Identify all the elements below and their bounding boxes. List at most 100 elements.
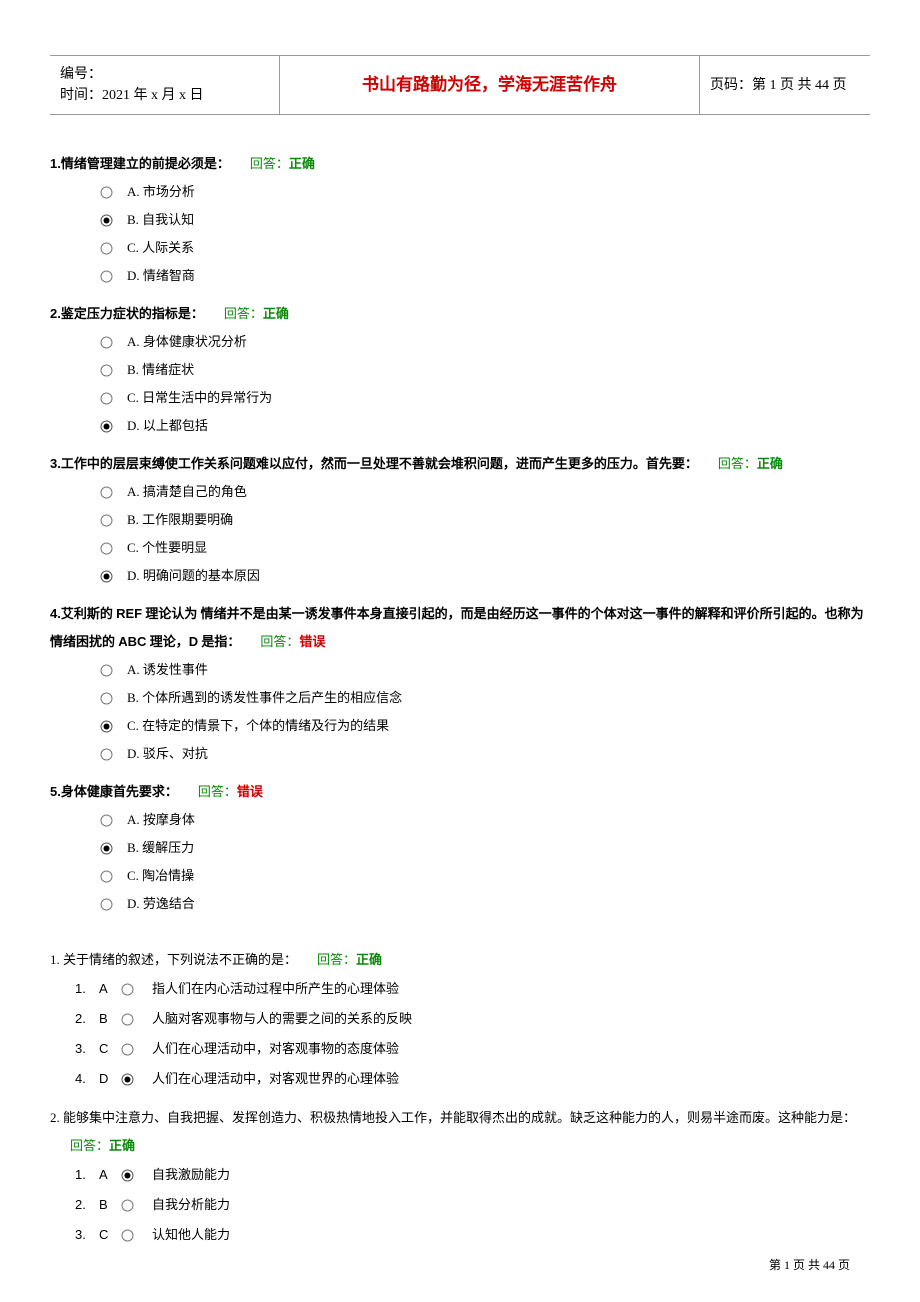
option-row[interactable]: A. 身体健康状况分析 (50, 328, 870, 356)
feedback-label: 回答： (317, 952, 356, 967)
feedback-value: 正确 (263, 306, 289, 321)
option-row[interactable]: B. 缓解压力 (50, 834, 870, 862)
questions-section-b: 1. 关于情绪的叙述，下列说法不正确的是：回答：正确1.A指人们在内心活动过程中… (50, 946, 870, 1250)
question-block: 4.艾利斯的 REF 理论认为 情绪并不是由某一诱发事件本身直接引起的，而是由经… (50, 600, 870, 768)
option-row[interactable]: A. 搞清楚自己的角色 (50, 478, 870, 506)
question-text-part: ABC (118, 634, 146, 649)
question-heading: 1.情绪管理建立的前提必须是： 回答：正确 (50, 150, 870, 178)
radio-selected-icon[interactable] (100, 214, 113, 227)
question-text-part: D (189, 634, 198, 649)
option-row[interactable]: B. 工作限期要明确 (50, 506, 870, 534)
radio-unselected-icon[interactable] (121, 1013, 134, 1026)
radio-unselected-icon[interactable] (100, 242, 113, 255)
question-text: 关于情绪的叙述，下列说法不正确的是： (63, 952, 297, 967)
radio-selected-icon[interactable] (100, 720, 113, 733)
questions-section-a: 1.情绪管理建立的前提必须是：回答：正确A. 市场分析B. 自我认知C. 人际关… (50, 150, 870, 918)
question-number: 5. (50, 784, 61, 799)
option-row[interactable]: C. 在特定的情景下，个体的情绪及行为的结果 (50, 712, 870, 740)
option-index: 2. (75, 1004, 99, 1034)
option-row[interactable]: B. 自我认知 (50, 206, 870, 234)
option-row[interactable]: C. 陶冶情操 (50, 862, 870, 890)
option-row[interactable]: 1.A指人们在内心活动过程中所产生的心理体验 (50, 974, 870, 1004)
radio-unselected-icon[interactable] (121, 983, 134, 996)
radio-unselected-icon[interactable] (121, 1199, 134, 1212)
option-label: B. 工作限期要明确 (127, 506, 233, 534)
header-motto: 书山有路勤为径，学海无涯苦作舟 (280, 56, 700, 114)
feedback-value: 错误 (237, 784, 263, 799)
radio-selected-icon[interactable] (100, 842, 113, 855)
question-text: 鉴定压力症状的指标是： (61, 306, 204, 321)
radio-selected-icon[interactable] (100, 570, 113, 583)
header-left-cell: 编号： 时间：2021 年 x 月 x 日 (50, 56, 280, 114)
radio-unselected-icon[interactable] (121, 1043, 134, 1056)
option-label: A. 按摩身体 (127, 806, 195, 834)
question-text-part: 是指： (198, 634, 240, 649)
question-number: 2. (50, 306, 61, 321)
feedback-label: 回答： (198, 784, 237, 799)
radio-unselected-icon[interactable] (100, 664, 113, 677)
question-heading: 3.工作中的层层束缚使工作关系问题难以应付，然而一旦处理不善就会堆积问题，进而产… (50, 450, 870, 478)
option-row[interactable]: C. 人际关系 (50, 234, 870, 262)
radio-unselected-icon[interactable] (100, 392, 113, 405)
option-row[interactable]: 2.B自我分析能力 (50, 1190, 870, 1220)
radio-unselected-icon[interactable] (100, 542, 113, 555)
option-label: 认知他人能力 (152, 1220, 230, 1250)
option-row[interactable]: D. 驳斥、对抗 (50, 740, 870, 768)
question-number: 1. (50, 156, 61, 171)
option-label: B. 自我认知 (127, 206, 194, 234)
option-row[interactable]: 3.C人们在心理活动中，对客观事物的态度体验 (50, 1034, 870, 1064)
option-letter: C (99, 1034, 121, 1064)
option-row[interactable]: D. 以上都包括 (50, 412, 870, 440)
option-row[interactable]: B. 情绪症状 (50, 356, 870, 384)
question-block: 2.鉴定压力症状的指标是：回答：正确A. 身体健康状况分析B. 情绪症状C. 日… (50, 300, 870, 440)
header-page-label: 页码：第 1 页 共 44 页 (700, 56, 870, 114)
option-row[interactable]: A. 诱发性事件 (50, 656, 870, 684)
radio-unselected-icon[interactable] (100, 814, 113, 827)
option-label: 自我激励能力 (152, 1160, 230, 1190)
option-row[interactable]: D. 明确问题的基本原因 (50, 562, 870, 590)
option-index: 4. (75, 1064, 99, 1094)
option-index: 1. (75, 1160, 99, 1190)
radio-unselected-icon[interactable] (100, 364, 113, 377)
feedback-value: 正确 (289, 156, 315, 171)
question-text: 情绪管理建立的前提必须是： (61, 156, 230, 171)
radio-selected-icon[interactable] (121, 1073, 134, 1086)
option-row[interactable]: C. 个性要明显 (50, 534, 870, 562)
option-row[interactable]: 1.A自我激励能力 (50, 1160, 870, 1190)
question-block: 2. 能够集中注意力、自我把握、发挥创造力、积极热情地投入工作，并能取得杰出的成… (50, 1104, 870, 1250)
radio-unselected-icon[interactable] (100, 486, 113, 499)
option-row[interactable]: A. 按摩身体 (50, 806, 870, 834)
radio-selected-icon[interactable] (100, 420, 113, 433)
option-label: 人们在心理活动中，对客观世界的心理体验 (152, 1064, 399, 1094)
option-label: A. 身体健康状况分析 (127, 328, 247, 356)
option-row[interactable]: D. 劳逸结合 (50, 890, 870, 918)
option-label: B. 情绪症状 (127, 356, 194, 384)
option-row[interactable]: C. 日常生活中的异常行为 (50, 384, 870, 412)
radio-unselected-icon[interactable] (121, 1229, 134, 1242)
question-text-part: REF (116, 606, 142, 621)
radio-unselected-icon[interactable] (100, 870, 113, 883)
option-row[interactable]: B. 个体所遇到的诱发性事件之后产生的相应信念 (50, 684, 870, 712)
option-index: 1. (75, 974, 99, 1004)
option-row[interactable]: 2.B人脑对客观事物与人的需要之间的关系的反映 (50, 1004, 870, 1034)
option-row[interactable]: A. 市场分析 (50, 178, 870, 206)
option-label: 人脑对客观事物与人的需要之间的关系的反映 (152, 1004, 412, 1034)
option-row[interactable]: 4.D人们在心理活动中，对客观世界的心理体验 (50, 1064, 870, 1094)
time-label: 时间：2021 年 x 月 x 日 (60, 85, 269, 106)
option-label: B. 缓解压力 (127, 834, 194, 862)
feedback-label: 回答： (250, 156, 289, 171)
radio-unselected-icon[interactable] (100, 514, 113, 527)
option-row[interactable]: D. 情绪智商 (50, 262, 870, 290)
radio-selected-icon[interactable] (121, 1169, 134, 1182)
question-text-part: 艾利斯的 (61, 606, 116, 621)
radio-unselected-icon[interactable] (100, 692, 113, 705)
option-label: C. 日常生活中的异常行为 (127, 384, 272, 412)
question-block: 1. 关于情绪的叙述，下列说法不正确的是：回答：正确1.A指人们在内心活动过程中… (50, 946, 870, 1094)
option-row[interactable]: 3.C认知他人能力 (50, 1220, 870, 1250)
radio-unselected-icon[interactable] (100, 186, 113, 199)
radio-unselected-icon[interactable] (100, 270, 113, 283)
radio-unselected-icon[interactable] (100, 898, 113, 911)
radio-unselected-icon[interactable] (100, 336, 113, 349)
radio-unselected-icon[interactable] (100, 748, 113, 761)
option-label: A. 市场分析 (127, 178, 195, 206)
